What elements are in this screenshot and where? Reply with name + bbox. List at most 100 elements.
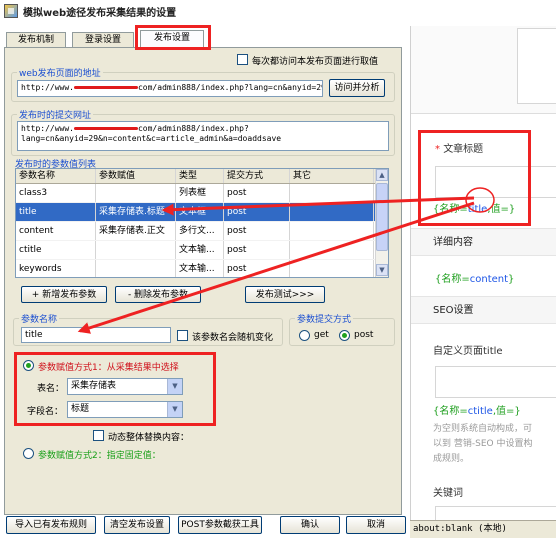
table-cell: 文本输...: [176, 260, 224, 277]
article-title-input[interactable]: [435, 166, 556, 198]
tab-login-settings[interactable]: 登录设置: [72, 32, 134, 48]
table-cell: [290, 222, 374, 240]
method-post-radio[interactable]: [339, 330, 350, 341]
table-cell: [290, 203, 374, 221]
submit-url-label: 发布时的提交网址: [17, 108, 94, 121]
refresh-checkbox-label: 每次都访问本发布页面进行取值: [252, 57, 379, 67]
submit-url-input[interactable]: http://www. com/admin888/index.php? lang=c…: [17, 121, 389, 151]
col-header[interactable]: 提交方式: [224, 169, 290, 183]
table-row-selected[interactable]: title 采集存储表.标题 文本框 post: [16, 203, 388, 222]
add-param-button[interactable]: + 新增发布参数: [21, 286, 107, 303]
import-rules-button[interactable]: 导入已有发布规则: [6, 516, 96, 534]
scroll-thumb[interactable]: [376, 183, 388, 251]
table-cell: post: [224, 222, 290, 240]
method-post-label: post: [354, 330, 374, 340]
table-row[interactable]: content 采集存储表.正文 多行文... post: [16, 222, 388, 241]
required-mark: *: [435, 144, 440, 155]
col-header[interactable]: 其它: [290, 169, 374, 183]
title-code-suffix: ,值=}: [487, 204, 516, 215]
tab-publish-settings[interactable]: 发布设置: [140, 30, 204, 49]
chevron-down-icon[interactable]: ▼: [167, 402, 182, 417]
table-row[interactable]: class3 列表框 post: [16, 184, 388, 203]
table-cell: content: [16, 222, 96, 240]
field-name-label: 字段名：: [27, 407, 64, 417]
table-cell: [96, 260, 176, 277]
title-code: {名称=title,值=}: [433, 200, 515, 215]
dynamic-replace-checkbox[interactable]: [93, 430, 104, 441]
table-name-value: 采集存储表: [71, 381, 117, 391]
table-row[interactable]: keywords 文本输... post: [16, 260, 388, 277]
window-title: 模拟web途径发布采集结果的设置: [23, 7, 177, 19]
table-cell: [290, 241, 374, 259]
content-code-name: content: [469, 274, 509, 285]
web-url-input[interactable]: http://www. com/admin888/index.php?lang=c…: [17, 80, 323, 97]
params-table-header: 参数名称 参数赋值 类型 提交方式 其它: [16, 169, 388, 184]
col-header[interactable]: 参数名称: [16, 169, 96, 183]
table-cell: class3: [16, 184, 96, 202]
table-cell: post: [224, 203, 290, 221]
ctitle-input[interactable]: [435, 366, 556, 398]
tab-publish-mechanism[interactable]: 发布机制: [6, 32, 66, 48]
refresh-checkbox[interactable]: [237, 54, 248, 65]
web-form-top-area: [411, 26, 556, 114]
assign-mode2-label: 参数赋值方式2：指定固定值：: [38, 451, 161, 461]
keywords-label: 关键词: [433, 488, 463, 499]
method-get-radio[interactable]: [299, 330, 310, 341]
clear-settings-button[interactable]: 清空发布设置: [104, 516, 170, 534]
field-name-value: 标题: [71, 404, 90, 414]
help-line: 以到 营销-SEO 中设置构: [433, 439, 533, 449]
table-cell: ctitle: [16, 241, 96, 259]
scroll-down-icon[interactable]: ▼: [376, 264, 388, 276]
table-row[interactable]: ctitle 文本输... post: [16, 241, 388, 260]
keywords-input[interactable]: [435, 506, 556, 520]
ok-button[interactable]: 确认: [280, 516, 340, 534]
table-cell: 采集存储表.正文: [96, 222, 176, 240]
ctitle-code-name: ctitle: [467, 406, 493, 417]
random-name-checkbox[interactable]: [177, 330, 188, 341]
dynamic-replace-label: 动态整体替换内容：: [108, 433, 190, 443]
assign-mode2-radio[interactable]: [23, 448, 34, 459]
table-cell: 文本框: [176, 203, 224, 221]
seo-section-header: SEO设置: [411, 296, 556, 324]
title-code-name: title: [467, 204, 488, 215]
table-cell: 多行文...: [176, 222, 224, 240]
table-cell: [96, 184, 176, 202]
method-get-label: get: [314, 330, 329, 340]
scroll-up-icon[interactable]: ▲: [376, 169, 388, 181]
submit-url-line2: lang=cn&anyid=29&n=content&c=article_adm…: [21, 134, 282, 143]
table-scrollbar[interactable]: ▲ ▼: [375, 169, 388, 277]
cancel-button[interactable]: 取消: [346, 516, 406, 534]
content-code-prefix: {名称=: [435, 274, 470, 285]
table-cell: 采集存储表.标题: [96, 203, 176, 221]
table-cell: [96, 241, 176, 259]
assign-mode1-radio[interactable]: [23, 360, 34, 371]
col-header[interactable]: 参数赋值: [96, 169, 176, 183]
chevron-down-icon[interactable]: ▼: [167, 379, 182, 394]
params-table[interactable]: 参数名称 参数赋值 类型 提交方式 其它 class3 列表框 post tit…: [15, 168, 389, 278]
publish-test-button[interactable]: 发布测试>>>: [245, 286, 325, 303]
table-cell: post: [224, 241, 290, 259]
ctitle-help-text: 为空则系统自动构成，可 以到 营销-SEO 中设置构 成规则。: [433, 422, 532, 467]
table-cell: post: [224, 260, 290, 277]
detail-section-header: 详细内容: [411, 228, 556, 256]
redacted-mark: [73, 127, 138, 130]
content-code-suffix: }: [508, 274, 515, 285]
col-header[interactable]: 类型: [176, 169, 224, 183]
analyze-button[interactable]: 访问并分析: [329, 79, 385, 97]
browser-status-bar: about:blank (本地): [410, 520, 556, 538]
table-name-select[interactable]: 采集存储表 ▼: [67, 378, 183, 395]
random-name-label: 该参数名会随机变化: [192, 333, 274, 343]
remove-param-button[interactable]: - 删除发布参数: [115, 286, 201, 303]
top-input[interactable]: [517, 28, 556, 104]
ctitle-code-suffix: ,值=}: [492, 406, 521, 417]
article-title-text: 文章标题: [443, 144, 484, 155]
help-line: 成规则。: [433, 454, 470, 464]
web-form-panel: * 文章标题 {名称=title,值=} 详细内容 {名称=content} S…: [410, 26, 556, 520]
field-name-select[interactable]: 标题 ▼: [67, 401, 183, 418]
param-name-input[interactable]: title: [21, 327, 171, 343]
method-label: 参数提交方式: [295, 312, 354, 325]
post-tool-button[interactable]: POST参数截获工具: [178, 516, 262, 534]
table-cell: [290, 260, 374, 277]
web-url-tail: com/admin888/index.php?lang=cn&anyid=29&: [137, 83, 323, 92]
table-cell: keywords: [16, 260, 96, 277]
